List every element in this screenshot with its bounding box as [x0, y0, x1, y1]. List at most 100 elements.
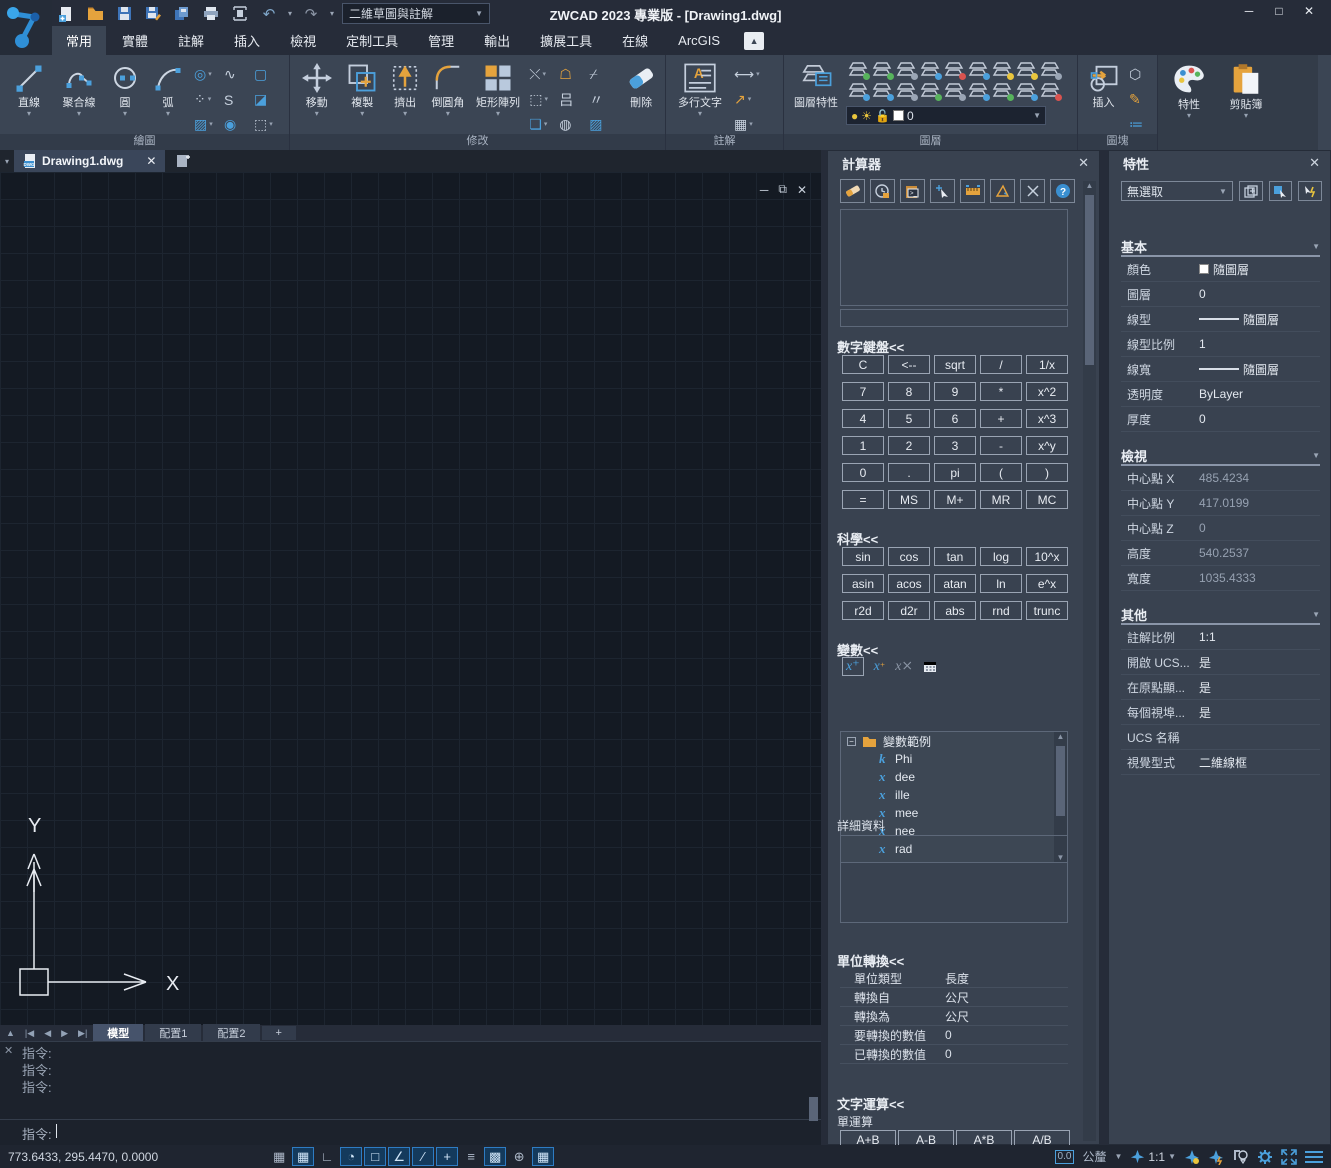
attributes-icon[interactable]: ≔: [1127, 116, 1153, 133]
layer-previous-icon[interactable]: [870, 82, 894, 102]
layer-merge-icon[interactable]: [894, 82, 918, 102]
selection-combo[interactable]: 無選取 ▼: [1121, 181, 1233, 201]
status-menu-icon[interactable]: [1305, 1151, 1323, 1163]
distance-icon[interactable]: [960, 179, 985, 203]
properties-header[interactable]: 特性 ✕: [1109, 151, 1330, 175]
layer-thaw-all-icon[interactable]: [1014, 61, 1038, 81]
preview-icon[interactable]: [230, 4, 250, 24]
trim-icon[interactable]: ⤬▾: [527, 66, 557, 83]
expand-command-icon[interactable]: ▲: [2, 1028, 19, 1038]
calc-key[interactable]: 0: [842, 463, 884, 482]
app-logo-icon[interactable]: [0, 0, 52, 55]
layer-off-icon[interactable]: [846, 61, 870, 81]
calc-key[interactable]: e^x: [1026, 574, 1068, 593]
calc-key[interactable]: 4: [842, 409, 884, 428]
variable-item[interactable]: kPhi: [841, 750, 1067, 768]
calc-input-field[interactable]: [840, 309, 1068, 327]
new-variable-icon[interactable]: x⁺: [842, 657, 864, 676]
insert-block-button[interactable]: 插入: [1084, 59, 1123, 134]
tree-root-row[interactable]: − 變數範例: [841, 732, 1067, 750]
calc-key[interactable]: -: [980, 436, 1022, 455]
calc-key[interactable]: pi: [934, 463, 976, 482]
selection-cycling-icon[interactable]: ⊕: [508, 1147, 530, 1166]
units-readout[interactable]: 公釐: [1082, 1148, 1106, 1165]
first-tab-icon[interactable]: |◀: [21, 1028, 38, 1039]
quick-select-icon[interactable]: [1239, 181, 1263, 201]
hatch-icon[interactable]: ▨▾: [192, 116, 222, 133]
layer-walk-icon[interactable]: [1038, 61, 1062, 81]
clipboard-panel-button[interactable]: 剪貼簿▾: [1218, 59, 1274, 134]
units-row[interactable]: 轉換為公尺: [840, 1007, 1068, 1026]
tab-express-tools[interactable]: 擴展工具: [526, 26, 606, 56]
property-row[interactable]: 線寬隨圖層: [1121, 357, 1320, 382]
annotation-visibility-icon[interactable]: [1184, 1149, 1200, 1165]
ortho-toggle-icon[interactable]: ∟: [316, 1147, 338, 1166]
calc-key[interactable]: d2r: [888, 601, 930, 620]
paste-to-commandline-icon[interactable]: >_: [900, 179, 925, 203]
tab-arcgis[interactable]: ArcGIS: [664, 28, 734, 54]
close-document-icon[interactable]: ✕: [146, 154, 156, 168]
calc-key[interactable]: abs: [934, 601, 976, 620]
calc-key[interactable]: 9: [934, 382, 976, 401]
calc-key[interactable]: MR: [980, 490, 1022, 509]
tab-home[interactable]: 常用: [52, 26, 106, 56]
section-basic[interactable]: 基本▼: [1121, 237, 1320, 257]
intersection-icon[interactable]: [1020, 179, 1045, 203]
calc-key[interactable]: tan: [934, 547, 976, 566]
redo-icon[interactable]: ↷: [301, 4, 321, 24]
property-row[interactable]: 線型隨圖層: [1121, 307, 1320, 332]
tab-output[interactable]: 輸出: [470, 26, 524, 56]
calc-key[interactable]: <--: [888, 355, 930, 374]
calc-key[interactable]: asin: [842, 574, 884, 593]
tab-model[interactable]: 模型: [93, 1024, 143, 1042]
dyn-input-toggle-icon[interactable]: +: [436, 1147, 458, 1166]
open-folder-icon[interactable]: [85, 4, 105, 24]
stretch-button[interactable]: 擠出▾: [387, 59, 423, 134]
calc-key[interactable]: 6: [934, 409, 976, 428]
calc-key[interactable]: acos: [888, 574, 930, 593]
property-row[interactable]: 註解比例1:1: [1121, 625, 1320, 650]
spline-icon[interactable]: ∿: [222, 66, 252, 83]
close-properties-icon[interactable]: ✕: [1309, 155, 1320, 171]
layer-on-icon[interactable]: [870, 61, 894, 81]
edit-polyline-icon[interactable]: ☖: [557, 66, 587, 83]
scientific-section-label[interactable]: 科學<<: [837, 529, 878, 548]
layer-lock-icon[interactable]: [942, 61, 966, 81]
layer-current-icon[interactable]: [918, 82, 942, 102]
layer-restore-icon[interactable]: [990, 82, 1014, 102]
layer-delete-icon[interactable]: [1038, 82, 1062, 102]
undo-icon[interactable]: ↶: [259, 4, 279, 24]
close-command-icon[interactable]: ✕: [4, 1044, 13, 1057]
calc-key[interactable]: x^3: [1026, 409, 1068, 428]
calc-key[interactable]: atan: [934, 574, 976, 593]
delete-variable-icon[interactable]: x⨯: [895, 658, 913, 675]
property-row[interactable]: UCS 名稱: [1121, 725, 1320, 750]
layer-unlock-icon[interactable]: [966, 61, 990, 81]
prev-tab-icon[interactable]: ◀: [40, 1028, 55, 1039]
property-row[interactable]: 視覺型式二維線框: [1121, 750, 1320, 775]
select-objects-icon[interactable]: [1269, 181, 1293, 201]
viewport-restore-icon[interactable]: ⧉: [778, 182, 787, 197]
layer-combo[interactable]: ● ☀ 🔓 0 ▼: [846, 106, 1046, 125]
transparency-toggle-icon[interactable]: ▩: [484, 1147, 506, 1166]
snap-toggle-icon[interactable]: ▦: [292, 1147, 314, 1166]
section-other[interactable]: 其他▼: [1121, 605, 1320, 625]
drawing-canvas[interactable]: ─ ⧉ ✕ Y X: [0, 172, 821, 1025]
maximize-button[interactable]: □: [1271, 4, 1287, 18]
tab-online[interactable]: 在線: [608, 26, 662, 56]
next-tab-icon[interactable]: ▶: [57, 1028, 72, 1039]
command-window[interactable]: ✕ 指令: 指令: 指令: 指令:: [0, 1041, 821, 1145]
arc-button[interactable]: 弧▾: [148, 59, 188, 134]
point-icon[interactable]: ⁘▾: [192, 91, 222, 108]
mtext-button[interactable]: A 多行文字▾: [672, 59, 728, 134]
join-icon[interactable]: 〃: [587, 90, 617, 110]
property-row[interactable]: 寬度1035.4333: [1121, 566, 1320, 591]
toggle-pickadd-icon[interactable]: [1298, 181, 1322, 201]
table-icon[interactable]: ▦▾: [732, 116, 766, 133]
calc-key[interactable]: M+: [934, 490, 976, 509]
erase-button[interactable]: 刪除: [621, 59, 661, 134]
redo-caret-icon[interactable]: ▾: [330, 9, 334, 18]
match-properties-icon[interactable]: ▨: [587, 116, 617, 133]
ribbon-collapse-icon[interactable]: ▲: [744, 32, 764, 50]
property-row[interactable]: 線型比例1: [1121, 332, 1320, 357]
